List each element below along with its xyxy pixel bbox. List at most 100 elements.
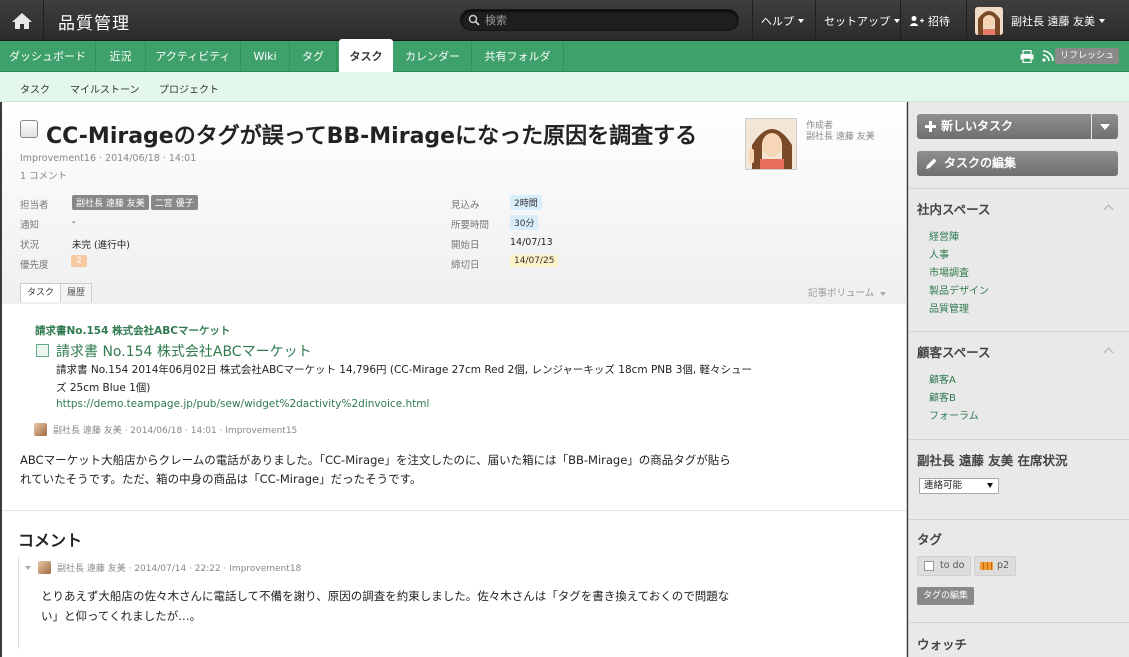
article-volume-menu[interactable]: 記事ボリューム [808, 285, 887, 299]
assignee-badge[interactable]: 二宮 優子 [150, 195, 198, 210]
presence-select[interactable]: 連絡可能 [919, 478, 999, 494]
space-link[interactable]: 顧客A [929, 371, 956, 386]
subnav-milestones[interactable]: マイルストーン [70, 81, 140, 96]
search-box[interactable] [460, 9, 739, 31]
task-body: ABCマーケット大船店からクレームの電話がありました。「CC-Mirage」を注… [20, 453, 731, 486]
pencil-icon [926, 158, 937, 169]
notify-label: 通知 [20, 220, 40, 231]
user-menu[interactable]: 副社長 遠藤 友美 [966, 0, 1129, 41]
tag-chip[interactable]: p2 [974, 556, 1017, 576]
chevron-down-icon [798, 18, 804, 23]
chevron-down-icon [1100, 123, 1110, 130]
tab-history[interactable]: 履歴 [60, 283, 93, 302]
chevron-down-icon [987, 483, 993, 488]
subnav-tasks[interactable]: タスク [20, 81, 50, 96]
help-label: ヘルプ [761, 14, 794, 28]
author-avatar [745, 118, 797, 170]
space-link[interactable]: 経営陣 [929, 228, 959, 243]
main-content: CC-Mirageのタグが誤ってBB-Mirageになった原因を調査する Imp… [2, 102, 907, 657]
watch-title: ウォッチ [917, 637, 968, 652]
tab-task-detail[interactable]: タスク [20, 283, 62, 302]
tab-dashboard[interactable]: ダッシュボード [0, 41, 96, 72]
divider [2, 510, 906, 511]
start-value: 14/07/13 [510, 237, 553, 248]
chevron-up-icon[interactable] [1103, 347, 1114, 358]
task-complete-checkbox[interactable] [20, 120, 38, 138]
edit-tags-button[interactable]: タグの編集 [917, 587, 975, 605]
space-link[interactable]: 顧客B [929, 389, 956, 404]
space-link[interactable]: フォーラム [929, 407, 979, 422]
avatar [975, 6, 1003, 35]
print-icon[interactable] [1020, 50, 1034, 63]
space-link[interactable]: 人事 [929, 246, 949, 261]
divider [909, 331, 1129, 332]
chevron-down-icon [1099, 18, 1105, 23]
tab-tasks[interactable]: タスク [339, 39, 393, 73]
estimate-label: 見込み [451, 200, 480, 211]
tab-activity[interactable]: アクティビティ [146, 41, 241, 72]
comment-meta-text: 副社長 遠藤 友美 · 2014/07/14 · 22:22 · Improve… [57, 564, 302, 574]
edit-task-label: タスクの編集 [944, 156, 1017, 170]
chevron-up-icon[interactable] [1103, 204, 1114, 215]
status-label: 状況 [20, 240, 40, 251]
tab-shared-folder[interactable]: 共有フォルダ [472, 41, 564, 72]
new-task-button[interactable]: 新しいタスク [917, 114, 1091, 139]
quote-header[interactable]: 請求書No.154 株式会社ABCマーケット [35, 323, 230, 338]
priority-label: 優先度 [20, 260, 49, 271]
task-meta: Improvement16 · 2014/06/18 · 14:01 [20, 153, 197, 164]
new-task-label: 新しいタスク [941, 119, 1014, 133]
priority-tag-icon [980, 562, 993, 570]
tab-recent[interactable]: 近況 [96, 41, 146, 72]
app-title: 品質管理 [58, 14, 130, 34]
invoice-link[interactable]: 請求書 No.154 株式会社ABCマーケット [56, 341, 312, 361]
new-task-dropdown[interactable] [1092, 114, 1118, 139]
invite-button[interactable]: 招待 [900, 0, 958, 41]
avatar [34, 423, 47, 436]
divider [909, 439, 1129, 440]
rss-icon[interactable] [1042, 50, 1054, 62]
tab-calendar[interactable]: カレンダー [394, 41, 472, 72]
setup-label: セットアップ [824, 14, 890, 28]
edit-task-button[interactable]: タスクの編集 [917, 151, 1118, 176]
invoice-url[interactable]: https://demo.teampage.jp/pub/sew/widget%… [56, 398, 429, 410]
tab-wiki[interactable]: Wiki [241, 41, 290, 72]
estimate-value: 2時間 [510, 195, 542, 210]
notify-value: - [72, 217, 76, 228]
spent-label: 所要時間 [451, 220, 490, 231]
tag-chip[interactable]: to do [917, 556, 972, 576]
divider [909, 188, 1129, 189]
start-label: 開始日 [451, 240, 480, 251]
user-portrait-icon [975, 6, 1003, 35]
tag-label: p2 [997, 560, 1010, 571]
presence-title: 副社長 遠藤 友美 在席状況 [917, 453, 1068, 468]
collapse-icon[interactable] [25, 565, 31, 570]
space-link[interactable]: 品質管理 [929, 300, 969, 315]
space-link[interactable]: 製品デザイン [929, 282, 989, 297]
space-link[interactable]: 市場調査 [929, 264, 969, 279]
checkbox-icon [924, 561, 934, 571]
home-button[interactable] [0, 0, 44, 41]
setup-menu[interactable]: セットアップ [815, 0, 908, 41]
author-name[interactable]: 副社長 遠藤 友美 [806, 129, 875, 142]
divider [909, 519, 1129, 520]
main-nav: ダッシュボード 近況 アクティビティ Wiki タグ タスク カレンダー 共有フ… [0, 39, 1129, 73]
assignee-badge[interactable]: 副社長 遠藤 友美 [72, 195, 149, 210]
assignee-label: 担当者 [20, 200, 49, 211]
help-menu[interactable]: ヘルプ [752, 0, 812, 41]
refresh-button[interactable]: リフレッシュ [1054, 48, 1119, 64]
user-portrait-icon [746, 119, 796, 169]
comment-count[interactable]: 1 コメント [20, 168, 67, 182]
presence-value: 連絡可能 [924, 480, 963, 491]
task-header: CC-Mirageのタグが誤ってBB-Mirageになった原因を調査する Imp… [2, 102, 906, 304]
plus-icon [925, 121, 936, 132]
comment-text: とりあえず大船店の佐々木さんに電話して不備を謝り、原因の調査を約束しました。佐々… [41, 589, 730, 623]
sub-nav: タスク マイルストーン プロジェクト [0, 72, 1129, 102]
tab-tags[interactable]: タグ [290, 41, 337, 72]
chevron-down-icon [880, 292, 887, 296]
tag-label: to do [940, 560, 965, 571]
search-input[interactable] [485, 12, 725, 29]
internal-space-title: 社内スペース [917, 202, 991, 217]
subnav-projects[interactable]: プロジェクト [159, 81, 219, 96]
sidebar: 新しいタスク タスクの編集 社内スペース 経営陣 人事 市場調査 製品デザイン … [908, 102, 1129, 657]
customer-space-title: 顧客スペース [917, 345, 991, 360]
